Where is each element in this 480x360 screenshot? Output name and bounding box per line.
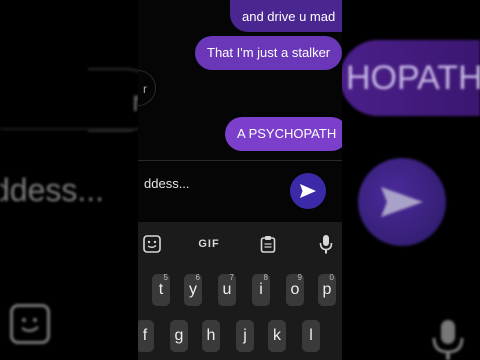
key-hint: 8 [263,273,268,282]
compose-divider [138,160,342,161]
bg-message-bubble: HOPATH [340,40,480,116]
key-o[interactable]: o9 [286,273,304,306]
key-label: h [206,327,216,344]
key-g[interactable]: g [170,320,188,352]
message-bubble[interactable]: That I'm just a stalker [195,36,342,70]
key-label: y [189,281,197,298]
key-hint: 6 [195,273,200,282]
key-label: t [158,281,164,298]
key-label: l [309,327,313,344]
key-t[interactable]: t5 [152,273,170,306]
bg-divider [0,128,150,130]
clipboard-icon[interactable] [258,232,278,256]
received-message-bubble[interactable]: r [138,70,156,106]
bg-send-icon [358,158,446,246]
key-hint: 9 [297,273,302,282]
messaging-screen: and drive u mad That I'm just a stalker … [138,0,342,360]
key-label: g [174,327,184,344]
key-i[interactable]: i8 [252,273,270,306]
key-f[interactable]: f [138,320,154,352]
key-label: i [259,281,263,298]
mic-icon[interactable] [316,232,336,256]
key-hint: 0 [329,273,334,282]
key-y[interactable]: y6 [184,273,202,306]
sticker-icon[interactable] [142,232,162,256]
key-label: j [243,327,247,344]
message-bubble[interactable]: and drive u mad [230,0,342,32]
gif-button[interactable]: GIF [196,232,222,256]
message-bubble[interactable]: A PSYCHOPATH [225,117,342,151]
key-label: f [142,327,148,344]
bg-sticker-icon [10,304,50,344]
key-hint: 7 [229,273,234,282]
key-p[interactable]: p0 [318,273,336,306]
key-label: o [290,281,300,298]
key-hint: 5 [163,273,168,282]
key-l[interactable]: l [302,320,320,352]
send-icon [300,184,316,198]
key-k[interactable]: k [268,320,286,352]
send-button[interactable] [290,173,326,209]
key-h[interactable]: h [202,320,220,352]
key-u[interactable]: u7 [218,273,236,306]
message-input[interactable]: ddess... [144,170,284,198]
key-label: u [222,281,232,298]
bg-mic-icon [428,318,468,360]
key-label: p [322,281,332,298]
keyboard-toolbar: GIF [138,222,342,266]
keyboard: GIF t5 y6 u7 i8 o9 p0 f g h j k l [138,222,342,360]
key-j[interactable]: j [236,320,254,352]
bg-compose-text: ddess... [0,172,105,208]
key-label: k [273,327,281,344]
